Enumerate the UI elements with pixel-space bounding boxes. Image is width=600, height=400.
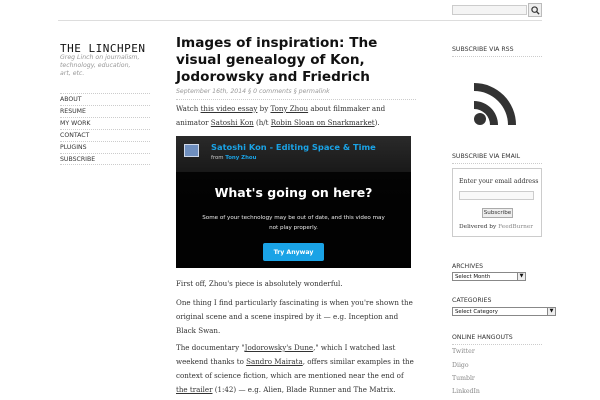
chevron-down-icon: ▼ — [547, 308, 555, 315]
header-divider — [58, 20, 542, 21]
site-tagline: Greg Linch on journalism, technology, ed… — [60, 54, 140, 77]
feedburner-link[interactable]: FeedBurner — [498, 224, 533, 230]
post-paragraph-4: The documentary "Jodorowsky's Dune," whi… — [176, 343, 414, 394]
video-player[interactable]: Satoshi Kon - Editing Space & Time from … — [176, 136, 411, 268]
delivered-by: Delivered by FeedBurner — [459, 224, 534, 230]
nav-item-subscribe[interactable]: Subscribe — [60, 153, 150, 165]
post-paragraph-3: One thing I find particularly fascinatin… — [176, 298, 413, 335]
try-anyway-button[interactable]: Try Anyway — [263, 243, 324, 261]
sandro-mairata-link[interactable]: Sandro Mairata — [246, 357, 303, 366]
video-warning-heading: What's going on here? — [214, 185, 373, 200]
chevron-down-icon: ▼ — [517, 273, 525, 280]
video-warning-message: Some of your technology may be out of da… — [202, 215, 385, 231]
video-author-avatar[interactable] — [184, 144, 199, 157]
search-input[interactable] — [452, 5, 527, 15]
satoshi-kon-link[interactable]: Satoshi Kon — [211, 118, 254, 127]
video-essay-link[interactable]: this video essay — [201, 104, 258, 113]
video-author-link[interactable]: Tony Zhou — [225, 155, 256, 161]
tony-zhou-link[interactable]: Tony Zhou — [270, 104, 308, 113]
hangout-link-tumblr[interactable]: Tumblr — [452, 375, 475, 382]
nav-item-contact[interactable]: Contact — [60, 129, 150, 141]
email-field[interactable] — [459, 191, 534, 200]
categories-heading: Categories — [452, 297, 492, 304]
main-nav: About Resume My Work Contact Plugins Sub… — [60, 93, 150, 165]
post-meta: September 16th, 2014 § 0 comments § perm… — [176, 88, 416, 100]
search-button[interactable] — [528, 3, 542, 17]
email-label: Enter your email address — [459, 178, 539, 185]
hangout-link-linkedin[interactable]: LinkedIn — [452, 388, 480, 395]
nav-item-plugins[interactable]: Plugins — [60, 141, 150, 153]
nav-item-resume[interactable]: Resume — [60, 105, 150, 117]
search-icon — [530, 5, 540, 15]
video-title[interactable]: Satoshi Kon - Editing Space & Time — [211, 142, 376, 152]
hangout-link-diigo[interactable]: Diigo — [452, 362, 469, 369]
jodorowskys-dune-link[interactable]: Jodorowsky's Dune — [245, 343, 313, 352]
trailer-link[interactable]: the trailer — [176, 385, 212, 394]
post-paragraph-2: First off, Zhou's piece is absolutely wo… — [176, 279, 343, 288]
rss-heading: Subscribe via RSS — [452, 46, 542, 57]
hangout-link-twitter[interactable]: Twitter — [452, 348, 475, 355]
categories-select[interactable]: Select Category ▼ — [452, 307, 556, 316]
email-heading: Subscribe via Email — [452, 153, 542, 164]
video-byline: from Tony Zhou — [211, 155, 257, 161]
archives-select[interactable]: Select Month ▼ — [452, 272, 526, 281]
subscribe-button[interactable]: Subscribe — [482, 208, 513, 218]
robin-sloan-link[interactable]: Robin Sloan on Snarkmarket — [271, 118, 375, 127]
nav-item-about[interactable]: About — [60, 93, 150, 105]
nav-item-my-work[interactable]: My Work — [60, 117, 150, 129]
post-title[interactable]: Images of inspiration: The visual geneal… — [176, 35, 416, 86]
post-paragraph-1: Watch this video essay by Tony Zhou abou… — [176, 104, 386, 127]
rss-icon[interactable] — [470, 75, 524, 129]
hangouts-heading: Online Hangouts — [452, 334, 542, 345]
